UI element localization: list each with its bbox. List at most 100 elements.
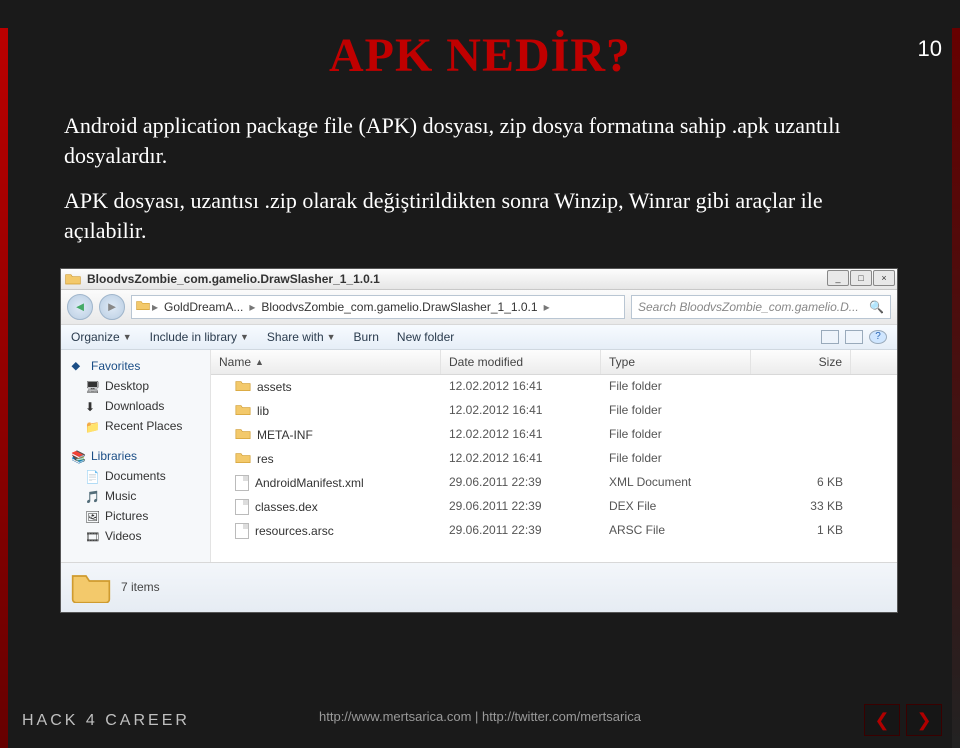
libraries-icon: 📚 — [71, 450, 85, 462]
folder-icon — [235, 403, 251, 419]
file-type: File folder — [601, 423, 751, 447]
file-date: 29.06.2011 22:39 — [441, 471, 601, 495]
view-option-2[interactable] — [845, 330, 863, 344]
table-row[interactable]: classes.dex29.06.2011 22:39DEX File33 KB — [211, 495, 897, 519]
organize-button[interactable]: Organize ▼ — [71, 330, 132, 344]
toolbar: Organize ▼ Include in library ▼ Share wi… — [61, 325, 897, 350]
file-type: File folder — [601, 447, 751, 471]
videos-icon: 🎞 — [85, 530, 99, 542]
sort-arrow-icon: ▲ — [255, 357, 264, 367]
table-row[interactable]: res 12.02.2012 16:41File folder — [211, 447, 897, 471]
column-name[interactable]: Name ▲ — [211, 350, 441, 374]
file-type: ARSC File — [601, 519, 751, 543]
footer-url: http://www.mertsarica.com | http://twitt… — [0, 709, 960, 724]
sidebar-libraries[interactable]: 📚Libraries — [61, 446, 210, 466]
breadcrumb-icon — [136, 299, 150, 314]
file-name: AndroidManifest.xml — [255, 476, 364, 490]
sidebar-item-desktop[interactable]: 🖥Desktop — [61, 376, 210, 396]
documents-icon: 📄 — [85, 470, 99, 482]
pictures-icon: 🖼 — [85, 510, 99, 522]
breadcrumb-seg-0[interactable]: GoldDreamA... — [160, 300, 247, 314]
file-date: 29.06.2011 22:39 — [441, 519, 601, 543]
folder-icon — [71, 569, 111, 606]
sidebar-item-videos[interactable]: 🎞Videos — [61, 526, 210, 546]
recent-icon: 📁 — [85, 420, 99, 432]
chevron-down-icon: ▼ — [240, 332, 249, 342]
chevron-down-icon: ▼ — [123, 332, 132, 342]
file-type: File folder — [601, 375, 751, 399]
chevron-right-icon: ▸ — [150, 300, 160, 314]
star-icon: ⯁ — [71, 360, 85, 372]
forward-button[interactable]: ► — [99, 294, 125, 320]
table-row[interactable]: resources.arsc29.06.2011 22:39ARSC File1… — [211, 519, 897, 543]
table-row[interactable]: AndroidManifest.xml29.06.2011 22:39XML D… — [211, 471, 897, 495]
file-list-pane: Name ▲ Date modified Type Size assets12.… — [211, 350, 897, 562]
file-size: 33 KB — [751, 495, 851, 519]
table-row[interactable]: META-INF 12.02.2012 16:41File folder — [211, 423, 897, 447]
sidebar-item-pictures[interactable]: 🖼Pictures — [61, 506, 210, 526]
file-date: 12.02.2012 16:41 — [441, 423, 601, 447]
paragraph-2: APK dosyası, uzantısı .zip olarak değişt… — [64, 186, 896, 245]
column-size[interactable]: Size — [751, 350, 851, 374]
file-date: 12.02.2012 16:41 — [441, 399, 601, 423]
prev-slide-button[interactable]: ❮ — [864, 704, 900, 736]
include-in-library-button[interactable]: Include in library ▼ — [150, 330, 249, 344]
file-name: res — [257, 452, 274, 466]
table-row[interactable]: assets12.02.2012 16:41File folder — [211, 375, 897, 399]
column-headers: Name ▲ Date modified Type Size — [211, 350, 897, 375]
file-icon — [235, 499, 249, 515]
slide-accent-left — [0, 28, 8, 748]
sidebar-item-documents[interactable]: 📄Documents — [61, 466, 210, 486]
file-date: 12.02.2012 16:41 — [441, 447, 601, 471]
sidebar-item-downloads[interactable]: ⬇Downloads — [61, 396, 210, 416]
music-icon: 🎵 — [85, 490, 99, 502]
next-slide-button[interactable]: ❯ — [906, 704, 942, 736]
burn-button[interactable]: Burn — [354, 330, 379, 344]
page-number: 10 — [918, 36, 942, 62]
breadcrumb-seg-1[interactable]: BloodvsZombie_com.gamelio.DrawSlasher_1_… — [257, 300, 541, 314]
folder-icon — [235, 451, 251, 467]
file-icon — [235, 523, 249, 539]
file-name: resources.arsc — [255, 524, 334, 538]
minimize-button[interactable]: _ — [827, 270, 849, 286]
file-type: File folder — [601, 399, 751, 423]
table-row[interactable]: lib 12.02.2012 16:41File folder — [211, 399, 897, 423]
folder-icon — [235, 379, 251, 395]
downloads-icon: ⬇ — [85, 400, 99, 412]
column-date[interactable]: Date modified — [441, 350, 601, 374]
maximize-button[interactable]: □ — [850, 270, 872, 286]
file-name: assets — [257, 380, 292, 394]
chevron-down-icon: ▼ — [327, 332, 336, 342]
window-controls: _ □ × — [826, 270, 895, 286]
file-name: lib — [257, 404, 269, 418]
window-title: BloodvsZombie_com.gamelio.DrawSlasher_1_… — [87, 272, 380, 286]
back-button[interactable]: ◄ — [67, 294, 93, 320]
file-size: 6 KB — [751, 471, 851, 495]
search-icon: 🔍 — [869, 300, 884, 314]
file-name: META-INF — [257, 428, 313, 442]
file-date: 29.06.2011 22:39 — [441, 495, 601, 519]
view-options: ? — [821, 330, 887, 344]
new-folder-button[interactable]: New folder — [397, 330, 454, 344]
paragraph-1: Android application package file (APK) d… — [64, 111, 896, 170]
navigation-sidebar: ⯁Favorites 🖥Desktop ⬇Downloads 📁Recent P… — [61, 350, 211, 562]
window-titlebar[interactable]: BloodvsZombie_com.gamelio.DrawSlasher_1_… — [61, 269, 897, 290]
file-type: DEX File — [601, 495, 751, 519]
file-size — [751, 423, 851, 447]
search-input[interactable]: Search BloodvsZombie_com.gamelio.D... 🔍 — [631, 295, 891, 319]
sidebar-favorites[interactable]: ⯁Favorites — [61, 356, 210, 376]
column-type[interactable]: Type — [601, 350, 751, 374]
sidebar-item-music[interactable]: 🎵Music — [61, 486, 210, 506]
file-size — [751, 399, 851, 423]
sidebar-item-recent[interactable]: 📁Recent Places — [61, 416, 210, 436]
share-with-button[interactable]: Share with ▼ — [267, 330, 336, 344]
help-button[interactable]: ? — [869, 330, 887, 344]
chevron-right-icon: ▸ — [247, 300, 257, 314]
slide-title: APK NEDİR? — [0, 28, 960, 83]
close-button[interactable]: × — [873, 270, 895, 286]
breadcrumb[interactable]: ▸ GoldDreamA... ▸ BloodvsZombie_com.game… — [131, 295, 625, 319]
desktop-icon: 🖥 — [85, 380, 99, 392]
folder-icon — [65, 272, 81, 286]
status-text: 7 items — [121, 580, 160, 594]
view-option-1[interactable] — [821, 330, 839, 344]
